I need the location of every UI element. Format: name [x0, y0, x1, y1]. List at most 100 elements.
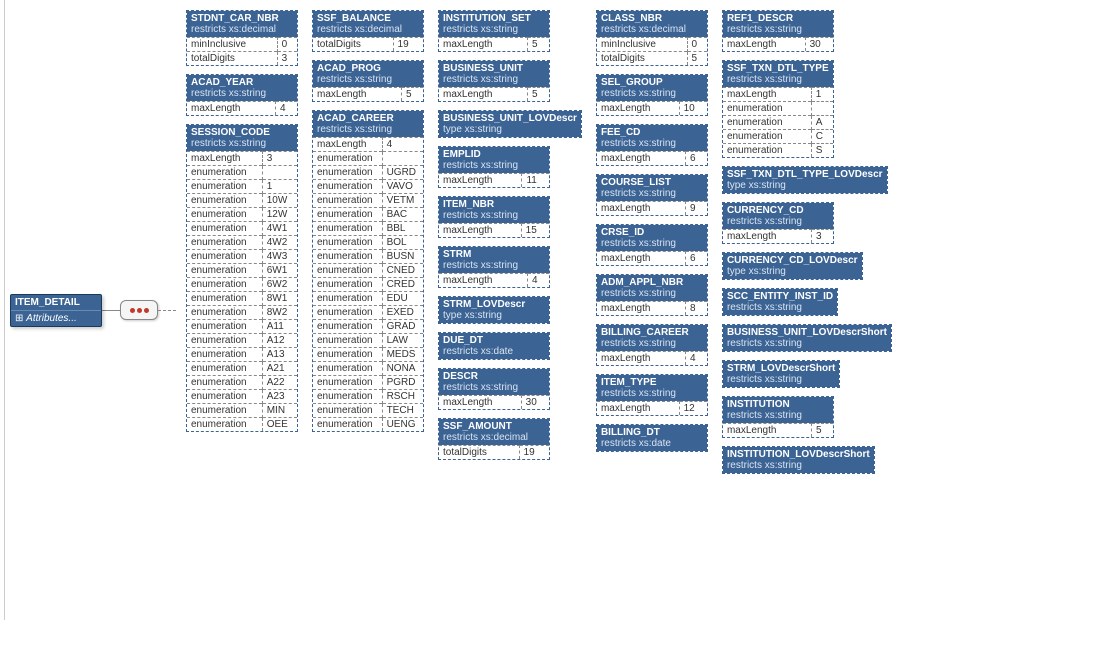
entity-box[interactable]: CLASS_NBRrestricts xs:decimalminInclusiv…: [596, 10, 708, 66]
entity-subtitle: restricts xs:string: [317, 74, 419, 85]
facet-value: 1: [811, 88, 833, 102]
sequence-icon[interactable]: [120, 300, 158, 320]
entity-header: COURSE_LISTrestricts xs:string: [597, 175, 707, 201]
facet-value: 11: [522, 174, 549, 188]
entity-box[interactable]: FEE_CDrestricts xs:stringmaxLength6: [596, 124, 708, 166]
table-row: enumerationA21: [187, 362, 297, 376]
facet-table: minInclusive0totalDigits3: [187, 37, 297, 65]
table-row: maxLength15: [439, 224, 549, 238]
entity-box[interactable]: STRM_LOVDescrtype xs:string: [438, 296, 550, 324]
root-entity[interactable]: ITEM_DETAIL Attributes...: [10, 294, 102, 327]
entity-subtitle: restricts xs:string: [601, 138, 703, 149]
entity-box[interactable]: CURRENCY_CD_LOVDescrtype xs:string: [722, 252, 863, 280]
root-attributes[interactable]: Attributes...: [11, 310, 101, 326]
facet-value: A23: [262, 390, 297, 404]
entity-box[interactable]: SSF_BALANCErestricts xs:decimaltotalDigi…: [312, 10, 424, 52]
facet-key: enumeration: [313, 166, 382, 180]
facet-value: 8W2: [262, 306, 297, 320]
entity-header: SSF_TXN_DTL_TYPErestricts xs:string: [723, 61, 833, 87]
entity-box[interactable]: BILLING_DTrestricts xs:date: [596, 424, 708, 452]
entity-box[interactable]: STRM_LOVDescrShortrestricts xs:string: [722, 360, 840, 388]
facet-value: BBL: [382, 222, 423, 236]
facet-table: totalDigits19: [313, 37, 423, 51]
entity-header: FEE_CDrestricts xs:string: [597, 125, 707, 151]
entity-box[interactable]: COURSE_LISTrestricts xs:stringmaxLength9: [596, 174, 708, 216]
entity-box[interactable]: CRSE_IDrestricts xs:stringmaxLength6: [596, 224, 708, 266]
entity-box[interactable]: ACAD_CAREERrestricts xs:stringmaxLength4…: [312, 110, 424, 432]
entity-box[interactable]: STDNT_CAR_NBRrestricts xs:decimalminIncl…: [186, 10, 298, 66]
entity-name: STRM_LOVDescr: [443, 299, 545, 310]
table-row: enumerationA13: [187, 348, 297, 362]
facet-key: enumeration: [187, 362, 262, 376]
entity-box[interactable]: BUSINESS_UNITrestricts xs:stringmaxLengt…: [438, 60, 550, 102]
entity-box[interactable]: INSTITUTIONrestricts xs:stringmaxLength5: [722, 396, 834, 438]
facet-key: enumeration: [723, 102, 811, 116]
entity-name: COURSE_LIST: [601, 177, 703, 188]
entity-box[interactable]: SCC_ENTITY_INST_IDrestricts xs:string: [722, 288, 838, 316]
entity-subtitle: restricts xs:string: [727, 302, 833, 313]
entity-box[interactable]: SSF_AMOUNTrestricts xs:decimaltotalDigit…: [438, 418, 550, 460]
facet-key: maxLength: [439, 274, 528, 288]
entity-header: SSF_TXN_DTL_TYPE_LOVDescrtype xs:string: [723, 167, 887, 193]
entity-box[interactable]: SESSION_CODErestricts xs:stringmaxLength…: [186, 124, 298, 432]
facet-value: 6W2: [262, 278, 297, 292]
entity-box[interactable]: SSF_TXN_DTL_TYPErestricts xs:stringmaxLe…: [722, 60, 834, 158]
entity-box[interactable]: BUSINESS_UNIT_LOVDescrShortrestricts xs:…: [722, 324, 892, 352]
facet-key: maxLength: [723, 424, 812, 438]
entity-box[interactable]: BUSINESS_UNIT_LOVDescrtype xs:string: [438, 110, 582, 138]
entity-box[interactable]: INSTITUTION_SETrestricts xs:stringmaxLen…: [438, 10, 550, 52]
table-row: enumerationMIN: [187, 404, 297, 418]
table-row: enumerationRSCH: [313, 390, 423, 404]
facet-value: CRED: [382, 278, 423, 292]
facet-value: 4W2: [262, 236, 297, 250]
facet-key: enumeration: [187, 320, 262, 334]
entity-box[interactable]: REF1_DESCRrestricts xs:stringmaxLength30: [722, 10, 834, 52]
table-row: enumeration: [187, 166, 297, 180]
facet-key: maxLength: [187, 102, 276, 116]
entity-box[interactable]: STRMrestricts xs:stringmaxLength4: [438, 246, 550, 288]
entity-box[interactable]: SSF_TXN_DTL_TYPE_LOVDescrtype xs:string: [722, 166, 888, 194]
entity-box[interactable]: ITEM_NBRrestricts xs:stringmaxLength15: [438, 196, 550, 238]
entity-subtitle: restricts xs:string: [443, 210, 545, 221]
entity-header: BILLING_CAREERrestricts xs:string: [597, 325, 707, 351]
entity-header: EMPLIDrestricts xs:string: [439, 147, 549, 173]
entity-name: SESSION_CODE: [191, 127, 293, 138]
entity-box[interactable]: INSTITUTION_LOVDescrShortrestricts xs:st…: [722, 446, 875, 474]
entity-box[interactable]: ADM_APPL_NBRrestricts xs:stringmaxLength…: [596, 274, 708, 316]
entity-header: SEL_GROUPrestricts xs:string: [597, 75, 707, 101]
facet-value: 4W3: [262, 250, 297, 264]
entity-box[interactable]: ACAD_PROGrestricts xs:stringmaxLength5: [312, 60, 424, 102]
entity-box[interactable]: DUE_DTrestricts xs:date: [438, 332, 550, 360]
facet-key: enumeration: [187, 390, 262, 404]
entity-subtitle: restricts xs:string: [601, 338, 703, 349]
entity-box[interactable]: CURRENCY_CDrestricts xs:stringmaxLength3: [722, 202, 834, 244]
entity-box[interactable]: ACAD_YEARrestricts xs:stringmaxLength4: [186, 74, 298, 116]
entity-box[interactable]: BILLING_CAREERrestricts xs:stringmaxLeng…: [596, 324, 708, 366]
entity-name: ADM_APPL_NBR: [601, 277, 703, 288]
facet-key: enumeration: [313, 334, 382, 348]
table-row: enumeration4W2: [187, 236, 297, 250]
entity-subtitle: restricts xs:decimal: [601, 24, 703, 35]
facet-key: enumeration: [313, 264, 382, 278]
entity-box[interactable]: ITEM_TYPErestricts xs:stringmaxLength12: [596, 374, 708, 416]
table-row: enumerationCNED: [313, 264, 423, 278]
facet-key: enumeration: [187, 250, 262, 264]
facet-key: enumeration: [313, 348, 382, 362]
facet-key: enumeration: [313, 390, 382, 404]
entity-subtitle: restricts xs:string: [601, 288, 703, 299]
facet-value: 4: [685, 352, 706, 366]
entity-header: STRMrestricts xs:string: [439, 247, 549, 273]
entity-name: DUE_DT: [443, 335, 545, 346]
entity-subtitle: restricts xs:decimal: [317, 24, 419, 35]
entity-box[interactable]: DESCRrestricts xs:stringmaxLength30: [438, 368, 550, 410]
entity-subtitle: type xs:string: [443, 310, 545, 321]
entity-subtitle: restricts xs:string: [601, 88, 703, 99]
table-row: maxLength30: [723, 38, 833, 52]
entity-name: EMPLID: [443, 149, 545, 160]
entity-box[interactable]: EMPLIDrestricts xs:stringmaxLength11: [438, 146, 550, 188]
facet-key: enumeration: [723, 130, 811, 144]
facet-value: GRAD: [382, 320, 423, 334]
facet-table: maxLength9: [597, 201, 707, 215]
facet-key: enumeration: [313, 250, 382, 264]
entity-box[interactable]: SEL_GROUPrestricts xs:stringmaxLength10: [596, 74, 708, 116]
